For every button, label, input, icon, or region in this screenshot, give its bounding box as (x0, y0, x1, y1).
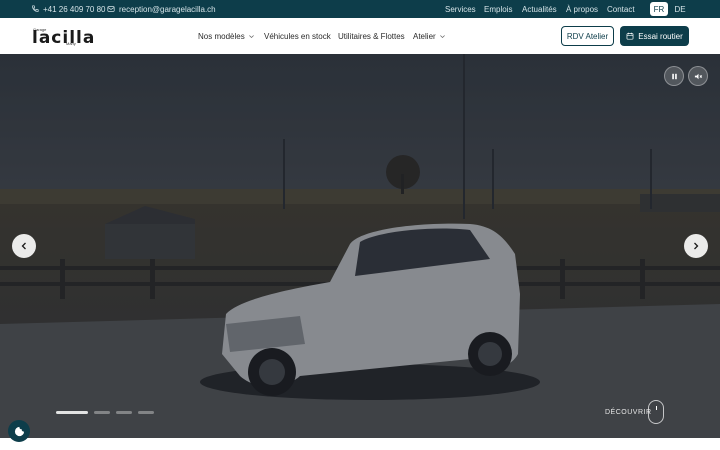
arrow-right-icon (694, 242, 699, 250)
cookie-icon (14, 426, 24, 436)
menu-vehicules-stock[interactable]: Véhicules en stock (264, 18, 331, 54)
topnav-contact[interactable]: Contact (607, 0, 635, 18)
lang-de-button[interactable]: DE (671, 2, 689, 16)
prev-slide-button[interactable] (12, 234, 36, 258)
menu-nos-modeles[interactable]: Nos modèles (198, 18, 255, 54)
slide-indicator-4[interactable] (138, 411, 154, 414)
mute-icon (694, 73, 702, 79)
phone-text: +41 26 409 70 80 (43, 4, 106, 14)
logo-sub-text: Marly (66, 41, 76, 46)
chevron-down-icon (439, 34, 445, 38)
slide-indicator-3[interactable] (116, 411, 132, 414)
phone-icon (32, 5, 39, 12)
topnav-a-propos[interactable]: À propos (566, 0, 598, 18)
top-bar: +41 26 409 70 80 reception@garagelacilla… (0, 0, 720, 18)
menu-label: Atelier (413, 31, 436, 41)
logo-main-text: lacilla (32, 28, 96, 48)
essai-routier-button[interactable]: Essai routier (620, 26, 689, 46)
rdv-atelier-label: RDV Atelier (566, 31, 609, 41)
email-link[interactable]: reception@garagelacilla.ch (107, 0, 216, 18)
slide-indicator-1[interactable] (56, 411, 88, 414)
mute-button[interactable] (688, 66, 708, 86)
menu-label: Utilitaires & Flottes (338, 31, 405, 41)
menu-atelier[interactable]: Atelier (413, 18, 446, 54)
hero-overlay (0, 54, 720, 438)
logo[interactable]: Garage lacilla Marly (30, 25, 94, 48)
hero-slider: DÉCOUVRIR (0, 54, 720, 438)
essai-routier-label: Essai routier (638, 31, 683, 41)
slide-indicator-2[interactable] (94, 411, 110, 414)
topnav-emplois[interactable]: Emplois (484, 0, 512, 18)
menu-utilitaires-flottes[interactable]: Utilitaires & Flottes (338, 18, 405, 54)
pause-icon (671, 73, 677, 79)
page-bottom (0, 438, 720, 450)
lang-fr-button[interactable]: FR (650, 2, 668, 16)
email-text: reception@garagelacilla.ch (119, 4, 216, 14)
topnav-actualites[interactable]: Actualités (522, 0, 557, 18)
menu-label: Nos modèles (198, 31, 245, 41)
next-slide-button[interactable] (684, 234, 708, 258)
calendar-icon (626, 32, 634, 40)
rdv-atelier-button[interactable]: RDV Atelier (561, 26, 614, 46)
arrow-left-icon (21, 242, 26, 250)
pause-button[interactable] (664, 66, 684, 86)
discover-label[interactable]: DÉCOUVRIR (605, 409, 652, 416)
cookie-settings-button[interactable] (8, 420, 30, 442)
main-header: Garage lacilla Marly Nos modèles Véhicul… (0, 18, 720, 54)
mail-icon (107, 6, 115, 12)
scroll-mouse-icon[interactable] (648, 400, 664, 424)
topnav-services[interactable]: Services (445, 0, 476, 18)
phone-link[interactable]: +41 26 409 70 80 (31, 0, 106, 18)
menu-label: Véhicules en stock (264, 31, 331, 41)
chevron-down-icon (248, 34, 254, 38)
